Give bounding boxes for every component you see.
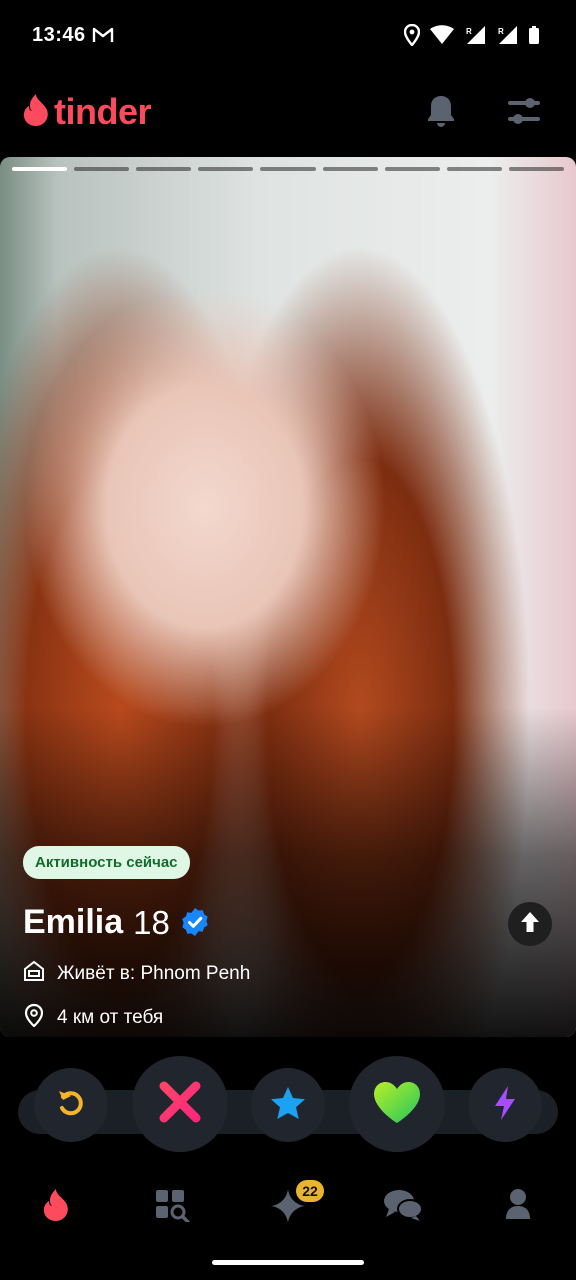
status-time: 13:46 — [32, 24, 86, 46]
status-bar: 13:46 R R — [0, 0, 576, 72]
nope-button[interactable] — [132, 1056, 228, 1152]
brand-name: tinder — [54, 91, 152, 132]
photo-indicator — [12, 167, 68, 171]
filters-icon[interactable] — [506, 94, 542, 133]
like-icon — [372, 1080, 422, 1129]
nav-chat[interactable] — [383, 1188, 423, 1227]
likes-icon — [270, 1189, 306, 1228]
active-now-badge: Активность сейчас — [23, 846, 190, 879]
gmail-icon — [92, 27, 114, 48]
nope-icon — [158, 1080, 202, 1129]
bottom-nav — [0, 1170, 576, 1240]
open-profile-button[interactable] — [508, 902, 552, 946]
lives-in-text: Живёт в: Phnom Penh — [57, 963, 251, 984]
photo-progress — [12, 167, 564, 171]
profile-card[interactable]: Активность сейчас Emilia 18 Живёт в: Phn… — [0, 157, 576, 1037]
photo-indicator — [198, 167, 254, 171]
explore-icon — [154, 1190, 190, 1226]
name-row: Emilia 18 — [23, 903, 210, 942]
flame-icon — [42, 1189, 70, 1226]
profile-icon — [505, 1189, 531, 1224]
location-icon — [403, 23, 421, 51]
battery-icon — [528, 25, 540, 50]
photo-indicator — [260, 167, 316, 171]
home-indicator[interactable] — [212, 1260, 364, 1265]
photo-indicator — [446, 167, 502, 171]
location-icon — [23, 1003, 45, 1033]
rewind-button[interactable] — [34, 1068, 108, 1142]
chat-icon — [383, 1190, 423, 1226]
tinder-logo[interactable]: tinder — [22, 91, 152, 132]
photo-indicator — [508, 167, 564, 171]
flame-icon — [22, 93, 50, 132]
signal-icon-2: R — [496, 25, 518, 50]
photo-indicator — [74, 167, 130, 171]
boost-icon — [493, 1085, 517, 1126]
home-icon — [23, 960, 45, 988]
svg-text:R: R — [466, 27, 472, 36]
profile-name: Emilia — [23, 903, 124, 941]
profile-age: 18 — [133, 903, 170, 941]
nav-swipe[interactable] — [42, 1188, 70, 1227]
photo-indicator — [384, 167, 440, 171]
distance-text: 4 км от тебя — [57, 1007, 164, 1028]
nav-explore[interactable] — [154, 1188, 190, 1227]
info-up-icon — [520, 911, 540, 938]
like-button[interactable] — [349, 1056, 445, 1152]
lives-in-row: Живёт в: Phnom Penh — [23, 960, 250, 988]
app-header: tinder — [0, 80, 576, 144]
photo-indicator — [322, 167, 378, 171]
photo-indicator — [136, 167, 192, 171]
svg-text:R: R — [498, 27, 504, 36]
bell-icon[interactable] — [426, 94, 456, 133]
boost-button[interactable] — [468, 1068, 542, 1142]
distance-row: 4 км от тебя — [23, 1003, 163, 1033]
verified-icon — [180, 907, 210, 942]
rewind-icon — [55, 1087, 87, 1124]
status-icons: R R — [403, 23, 540, 51]
wifi-icon — [430, 25, 454, 50]
superlike-button[interactable] — [251, 1068, 325, 1142]
likes-count-badge: 22 — [296, 1180, 324, 1202]
signal-icon: R — [464, 25, 486, 50]
nav-profile[interactable] — [505, 1188, 531, 1225]
superlike-icon — [270, 1086, 306, 1125]
